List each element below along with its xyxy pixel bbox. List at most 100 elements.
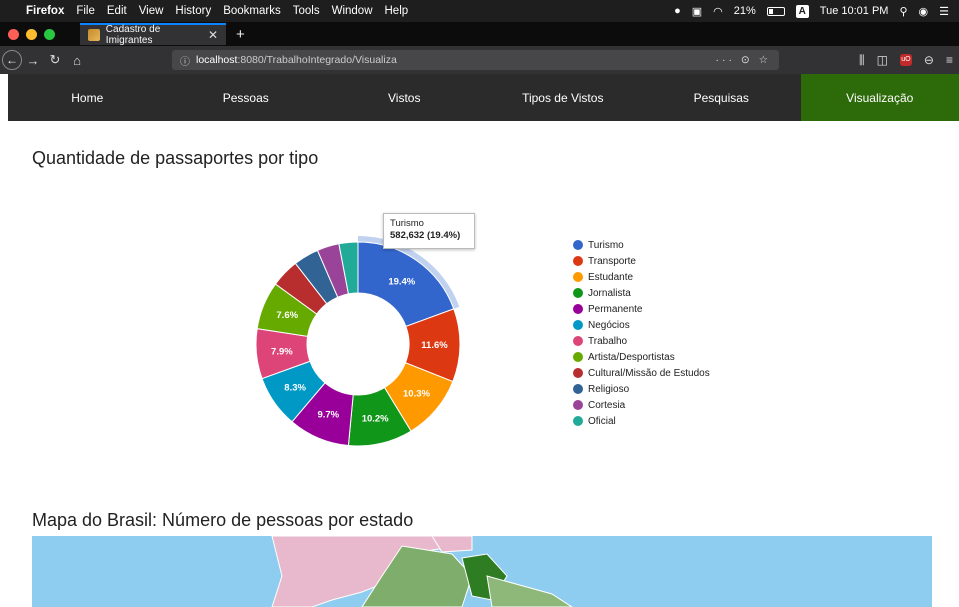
nav-visualizacao[interactable]: Visualização [800,74,959,121]
tab-title: Cadastro de Imigrantes [105,24,161,46]
menubar-item-bookmarks[interactable]: Bookmarks [223,5,281,17]
nav-tipos-de-vistos[interactable]: Tipos de Vistos [484,74,643,121]
legend-label: Artista/Desportistas [588,351,675,363]
legend-swatch [573,352,583,362]
legend-swatch [573,416,583,426]
site-nav: Home Pessoas Vistos Tipos de Vistos Pesq… [8,74,959,121]
legend-label: Cultural/Missão de Estudos [588,367,710,379]
site-favicon-icon [88,29,100,41]
legend-item-cortesia[interactable]: Cortesia [573,397,710,413]
nav-home[interactable]: Home [8,74,167,121]
back-icon[interactable]: ← [2,50,22,70]
legend-label: Jornalista [588,287,631,299]
slice-label-artista-desportistas: 7.6% [276,310,298,321]
notification-center-icon[interactable]: ☰ [939,5,949,18]
legend-label: Religioso [588,383,630,395]
legend-swatch [573,384,583,394]
forward-icon[interactable]: → [22,53,44,68]
sidebar-icon[interactable]: ◫ [877,53,888,67]
menubar-item-window[interactable]: Window [332,5,373,17]
siri-icon[interactable]: ◉ [919,5,929,18]
legend-item-trabalho[interactable]: Trabalho [573,333,710,349]
new-tab-icon[interactable]: + [236,26,245,43]
slice-label-negocios: 8.3% [284,383,306,394]
legend-item-jornalista[interactable]: Jornalista [573,285,710,301]
pie-chart-title: Quantidade de passaportes por tipo [32,148,319,168]
legend-item-artista-desportistas[interactable]: Artista/Desportistas [573,349,710,365]
url-host: localhost [196,54,238,66]
legend-swatch [573,368,583,378]
legend-label: Permanente [588,303,643,315]
brazil-map[interactable] [32,536,932,607]
account-icon[interactable]: ⊖ [924,53,934,67]
legend-label: Negócios [588,319,630,331]
record-icon[interactable]: ● [674,5,681,17]
legend-swatch [573,320,583,330]
clock[interactable]: Tue 10:01 PM [820,5,889,17]
site-info-icon[interactable]: ⓘ [180,53,190,68]
battery-percent: 21% [733,5,756,17]
screen-icon[interactable]: ▣ [692,5,702,18]
legend-label: Trabalho [588,335,628,347]
minimize-window-button[interactable] [26,28,37,40]
battery-icon[interactable] [766,6,785,16]
tooltip-label: Turismo [390,218,424,229]
slice-label-jornalista: 10.2% [362,414,389,425]
toolbar-right: ⫼ ◫ uO ⊖ ≡ [859,46,953,74]
legend-item-religioso[interactable]: Religioso [573,381,710,397]
menubar-app-name[interactable]: Firefox [26,5,64,17]
input-source-icon[interactable]: A [795,4,809,18]
legend-label: Cortesia [588,399,626,411]
legend-swatch [573,256,583,266]
legend-swatch [573,336,583,346]
url-bar[interactable]: ⓘ localhost :8080/TrabalhoIntegrado/Visu… [172,50,779,70]
zoom-window-button[interactable] [44,28,55,40]
menubar-item-file[interactable]: File [76,5,95,17]
window-controls [0,28,80,40]
menu-icon[interactable]: ≡ [946,53,953,67]
wifi-icon[interactable]: ◠ [713,5,723,18]
legend-swatch [573,304,583,314]
legend-item-estudante[interactable]: Estudante [573,269,710,285]
legend-swatch [573,272,583,282]
spotlight-search-icon[interactable]: ⚲ [899,5,907,18]
legend-item-cultural-missao-de-estudos[interactable]: Cultural/Missão de Estudos [573,365,710,381]
menubar-item-help[interactable]: Help [385,5,409,17]
chart-tooltip: Turismo 582,632 (19.4%) [383,213,475,249]
browser-tab[interactable]: Cadastro de Imigrantes ✕ [80,23,226,46]
page-actions-icon[interactable]: ··· ⊙ ☆ [715,54,771,66]
slice-label-transporte: 11.6% [421,340,448,351]
legend-label: Estudante [588,271,634,283]
tooltip-value: 582,632 (19.4%) [390,230,461,241]
mac-menubar: Firefox File Edit View History Bookmarks… [0,0,959,22]
slice-label-trabalho: 7.9% [271,346,293,357]
tab-bar: Cadastro de Imigrantes ✕ + [0,22,959,46]
legend-item-turismo[interactable]: Turismo [573,237,710,253]
legend-item-negocios[interactable]: Negócios [573,317,710,333]
ublock-icon[interactable]: uO [899,54,912,66]
nav-vistos[interactable]: Vistos [325,74,484,121]
menubar-item-tools[interactable]: Tools [293,5,320,17]
legend-label: Turismo [588,239,624,251]
nav-toolbar: ← → ↻ ⌂ ⓘ localhost :8080/TrabalhoIntegr… [0,46,959,74]
slice-label-turismo: 19.4% [388,276,415,287]
legend-item-permanente[interactable]: Permanente [573,301,710,317]
nav-pesquisas[interactable]: Pesquisas [642,74,801,121]
close-tab-icon[interactable]: ✕ [208,28,218,42]
slice-label-permanente: 9.7% [317,409,339,420]
legend-swatch [573,288,583,298]
library-icon[interactable]: ⫼ [859,53,865,68]
reload-icon[interactable]: ↻ [44,52,66,68]
brazil-map-shapes [271,536,573,607]
home-icon[interactable]: ⌂ [66,53,88,68]
legend-swatch [573,240,583,250]
menubar-item-history[interactable]: History [175,5,211,17]
close-window-button[interactable] [8,28,19,40]
map-region-green-3[interactable] [486,575,573,607]
legend-item-oficial[interactable]: Oficial [573,413,710,429]
menubar-item-view[interactable]: View [139,5,164,17]
legend-item-transporte[interactable]: Transporte [573,253,710,269]
nav-pessoas[interactable]: Pessoas [167,74,326,121]
menubar-item-edit[interactable]: Edit [107,5,127,17]
map-title: Mapa do Brasil: Número de pessoas por es… [32,510,414,530]
